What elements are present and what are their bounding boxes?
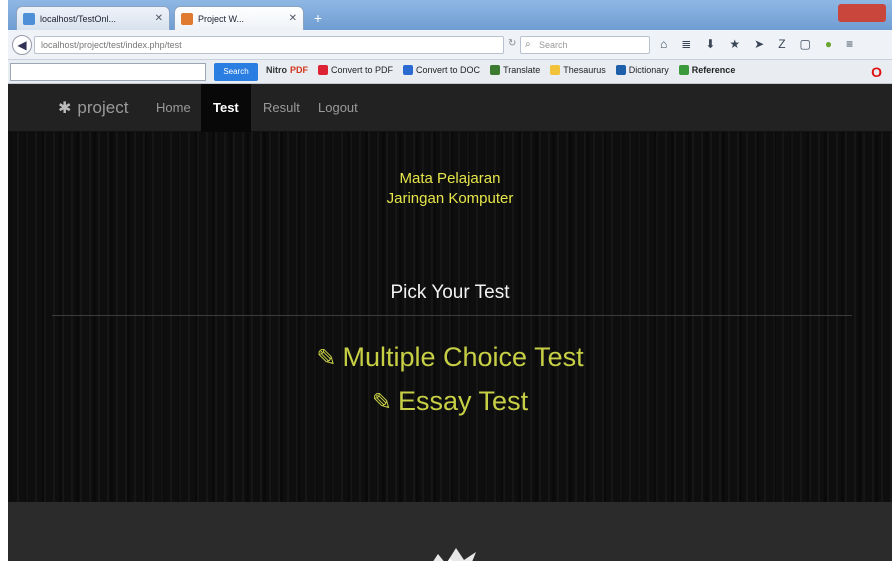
site-brand[interactable]: ✱ project (58, 98, 128, 118)
bookmark-translate[interactable]: Translate (490, 65, 540, 75)
address-bar[interactable]: localhost/project/test/index.php/test (34, 36, 504, 54)
nav-home-link[interactable]: Home (144, 84, 203, 132)
divider (52, 315, 852, 316)
close-tab-icon[interactable]: ✕ (155, 13, 163, 24)
reading-list-icon[interactable]: ≣ (681, 37, 691, 51)
adblock-icon[interactable]: O (871, 64, 882, 80)
bookmarks-toolbar: Search Nitro PDF Convert to PDF Convert t… (8, 60, 892, 84)
essay-label: Essay Test (398, 386, 529, 416)
web-page: ✱ project Home Test Result Logout Mata P… (8, 84, 892, 561)
tab-strip: localhost/TestOnl... ✕ Project W... ✕ + (8, 0, 892, 30)
browser-search-field[interactable]: ⌕ Search (520, 36, 650, 54)
bookmark-thesaurus[interactable]: Thesaurus (550, 65, 606, 75)
bookmark-icon[interactable]: ★ (729, 37, 740, 51)
subject-name: Jaringan Komputer (386, 190, 514, 207)
page-favicon-icon (23, 12, 35, 25)
bookmark-reference[interactable]: Reference (678, 65, 736, 75)
pdf-icon (318, 65, 328, 75)
download-icon[interactable]: ⬇ (705, 37, 715, 51)
browser-tab-2[interactable]: Project W... ✕ (174, 6, 304, 30)
browser-tab-1[interactable]: localhost/TestOnl... ✕ (16, 6, 170, 30)
nav-result-link[interactable]: Result (251, 84, 312, 132)
pencil-icon: ✎ (371, 389, 393, 416)
site-navbar: ✱ project Home Test Result Logout (8, 84, 892, 132)
window-controls[interactable] (838, 4, 886, 22)
essay-test-link[interactable]: ✎ Essay Test (8, 386, 892, 417)
thesaurus-icon (550, 65, 561, 75)
subject-label: Mata Pelajaran (399, 170, 501, 187)
back-button[interactable]: ◀ (12, 35, 32, 55)
pocket-icon[interactable]: ▢ (800, 37, 811, 51)
bookmark-label: PDF (290, 65, 308, 75)
multiple-choice-label: Multiple Choice Test (342, 342, 584, 372)
nav-logout-link[interactable]: Logout (306, 84, 370, 132)
search-placeholder: Search (539, 40, 568, 50)
brand-label: project (77, 98, 129, 117)
addon-icon[interactable]: ● (825, 37, 832, 51)
toolbar-search-input[interactable] (10, 63, 206, 81)
tab-label: localhost/TestOnl... (40, 13, 117, 24)
translate-icon (490, 65, 501, 75)
nav-test-link[interactable]: Test (201, 84, 251, 132)
multiple-choice-test-link[interactable]: ✎ Multiple Choice Test (8, 342, 892, 373)
bookmark-convert-pdf[interactable]: Convert to PDF (318, 65, 393, 75)
reference-icon (678, 65, 689, 75)
zotero-icon[interactable]: Z (778, 37, 785, 51)
bookmark-label: Nitro (266, 65, 287, 75)
toolbar-search-button[interactable]: Search (214, 63, 258, 81)
reload-icon[interactable]: ↻ (508, 38, 516, 49)
pencil-icon: ✎ (316, 345, 337, 372)
footer-logo-icon (433, 548, 476, 561)
page-footer (8, 502, 892, 561)
bookmark-label: Reference (691, 65, 736, 75)
browser-toolbar-icons: ⌂ ≣ ⬇ ★ ➤ Z ▢ ● ≡ (660, 37, 853, 51)
navigation-bar: ◀ localhost/project/test/index.php/test … (8, 30, 892, 60)
browser-window: localhost/TestOnl... ✕ Project W... ✕ + … (8, 0, 892, 561)
close-tab-icon[interactable]: ✕ (289, 13, 297, 24)
bookmark-nitropdf[interactable]: Nitro PDF (266, 65, 308, 75)
search-icon: ⌕ (525, 39, 531, 50)
page-favicon-icon (181, 12, 193, 25)
tab-label: Project W... (198, 13, 245, 24)
pick-test-heading: Pick Your Test (390, 282, 510, 303)
bookmark-dictionary[interactable]: Dictionary (615, 65, 669, 75)
menu-icon[interactable]: ≡ (846, 37, 853, 51)
bookmark-label: Convert to DOC (416, 65, 481, 75)
bookmark-list: Nitro PDF Convert to PDF Convert to DOC T… (266, 65, 735, 75)
doc-icon (403, 65, 414, 75)
bookmark-label: Translate (503, 65, 541, 75)
bookmark-label: Convert to PDF (331, 65, 394, 75)
bookmark-label: Dictionary (628, 65, 669, 75)
new-tab-button[interactable]: + (308, 9, 328, 27)
gear-icon: ✱ (58, 100, 72, 117)
bookmark-convert-doc[interactable]: Convert to DOC (403, 65, 480, 75)
dictionary-icon (615, 65, 626, 75)
send-icon[interactable]: ➤ (754, 37, 764, 51)
bookmark-label: Thesaurus (563, 65, 606, 75)
test-selection-panel: Mata Pelajaran Jaringan Komputer Pick Yo… (8, 132, 892, 502)
home-icon[interactable]: ⌂ (660, 37, 667, 51)
